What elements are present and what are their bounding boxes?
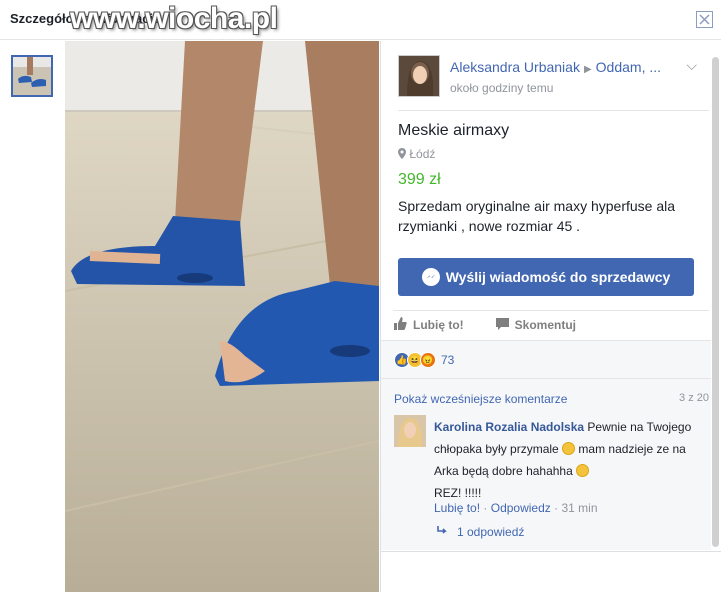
- angry-reaction-icon: 😠: [420, 352, 436, 368]
- seller-name-link[interactable]: Aleksandra Urbaniak: [450, 59, 580, 75]
- post-actions: Lubię to! Skomentuj: [394, 317, 576, 333]
- thumbnail-strip: [0, 41, 65, 592]
- seller-avatar[interactable]: [398, 55, 440, 97]
- post-author-line: Aleksandra Urbaniak ▶ Oddam, ...: [450, 59, 661, 75]
- close-button[interactable]: [696, 11, 713, 28]
- comment-icon: [495, 317, 509, 333]
- messenger-icon: [421, 268, 440, 286]
- commenter-name-link[interactable]: Karolina Rozalia Nadolska: [434, 420, 584, 434]
- watermark: www.wiocha.pl: [70, 2, 278, 35]
- comment-text-part: REZ! !!!!!: [434, 486, 482, 500]
- reactions-summary[interactable]: 👍 😆 😠 73: [381, 340, 711, 378]
- view-replies-link[interactable]: 1 odpowiedź: [437, 525, 524, 539]
- reply-arrow-icon: [437, 525, 449, 539]
- comment-page-count: 3 z 20: [679, 392, 709, 404]
- group-name-link[interactable]: Oddam, ...: [596, 59, 661, 75]
- replies-count-label: 1 odpowiedź: [457, 525, 525, 539]
- listing-location: Łódź: [398, 147, 435, 161]
- show-previous-comments-link[interactable]: Pokaż wcześniejsze komentarze: [394, 392, 567, 406]
- listing-price: 399 zł: [398, 171, 441, 188]
- message-seller-button[interactable]: Wyślij wiadomość do sprzedawcy: [398, 258, 694, 296]
- panel-scrollbar[interactable]: [712, 57, 719, 547]
- smile-emoji-icon: [562, 442, 576, 455]
- reaction-count: 73: [441, 353, 455, 367]
- divider: [393, 310, 709, 311]
- dialog-header: Szczegółowe informacje www.wiocha.pl: [0, 0, 721, 40]
- comment-text: Karolina Rozalia Nadolska Pewnie na Twoj…: [434, 416, 708, 504]
- divider: [381, 551, 721, 552]
- divider: [398, 110, 709, 111]
- comment-time: 31 min: [561, 501, 598, 515]
- comment-reply-link[interactable]: Odpowiedz: [491, 501, 551, 515]
- comment-meta: Lubię to! · Odpowiedz · 31 min: [434, 501, 598, 515]
- thumbs-up-icon: [394, 317, 407, 333]
- listing-details-panel: Aleksandra Urbaniak ▶ Oddam, ... ⌵ około g…: [380, 41, 721, 592]
- close-icon: [699, 14, 710, 25]
- listing-title: Meskie airmaxy: [398, 122, 510, 139]
- message-seller-label: Wyślij wiadomość do sprzedawcy: [445, 269, 671, 285]
- comment-label: Skomentuj: [514, 318, 576, 332]
- comments-section: Pokaż wcześniejsze komentarze 3 z 20 Kar…: [381, 378, 711, 550]
- smile-emoji-icon: [576, 464, 590, 477]
- thumbnail-image[interactable]: [11, 55, 53, 97]
- like-label: Lubię to!: [413, 318, 464, 332]
- comment-button[interactable]: Skomentuj: [495, 317, 576, 333]
- listing-description: Sprzedam oryginalne air maxy hyperfuse a…: [398, 198, 676, 234]
- arrow-right-icon: ▶: [583, 64, 592, 75]
- post-timestamp[interactable]: około godziny temu: [450, 81, 553, 95]
- location-text: Łódź: [409, 147, 436, 161]
- listing-photo[interactable]: [65, 41, 379, 592]
- location-pin-icon: [398, 147, 409, 161]
- commenter-avatar[interactable]: [394, 415, 426, 447]
- chevron-down-icon[interactable]: ⌵: [686, 57, 697, 74]
- like-button[interactable]: Lubię to!: [394, 317, 464, 333]
- comment-like-link[interactable]: Lubię to!: [434, 501, 480, 515]
- separator: ·: [483, 501, 491, 515]
